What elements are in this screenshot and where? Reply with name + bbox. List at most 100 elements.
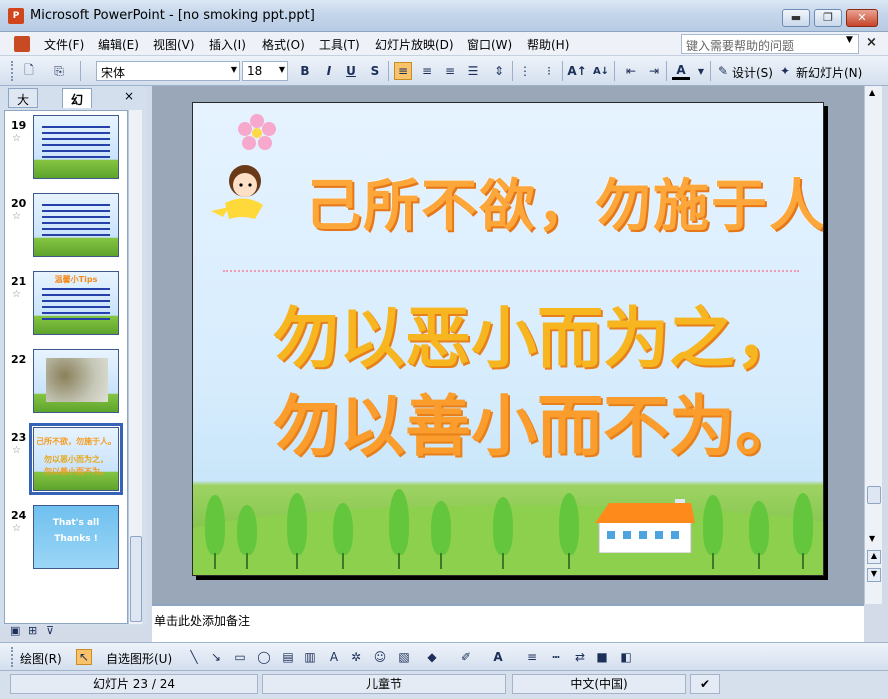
new-slide-icon[interactable]: ✦ xyxy=(776,62,794,80)
align-center-icon[interactable]: ≡ xyxy=(418,62,436,80)
slide-preview[interactable]: 温馨小Tips xyxy=(33,271,119,335)
thumb-line: 勿以善小而不为。 xyxy=(44,467,108,476)
select-cursor-icon[interactable]: ↖ xyxy=(76,649,92,665)
menu-file[interactable]: 文件(F) xyxy=(44,36,84,53)
current-slide[interactable]: 己所不欲，勿施于人。 勿以恶小而为之， 勿以善小而不为。 xyxy=(192,102,824,576)
next-slide-icon[interactable]: ▼ xyxy=(867,568,881,582)
minimize-button[interactable]: ▬ xyxy=(782,9,810,27)
menu-window[interactable]: 窗口(W) xyxy=(467,36,512,53)
font-size-select[interactable]: 18 ▼ xyxy=(242,61,288,81)
arrow-style-icon[interactable]: ⇄ xyxy=(572,649,588,665)
oval-icon[interactable]: ◯ xyxy=(256,649,272,665)
thumbnail-scrollbar[interactable] xyxy=(128,110,142,624)
arrow-icon[interactable]: ↘ xyxy=(208,649,224,665)
copy-icon[interactable]: ⎘ xyxy=(50,62,68,80)
menu-edit[interactable]: 编辑(E) xyxy=(98,36,139,53)
rectangle-icon[interactable]: ▭ xyxy=(232,649,248,665)
draw-menu-button[interactable]: 绘图(R) xyxy=(20,650,62,667)
close-window-button[interactable]: ✕ xyxy=(846,9,878,27)
slide-sorter-icon[interactable]: ⊞ xyxy=(28,624,37,637)
notes-placeholder[interactable]: 单击此处添加备注 xyxy=(154,612,250,629)
distribute-icon[interactable]: ☰ xyxy=(464,62,482,80)
menu-tools[interactable]: 工具(T) xyxy=(319,36,360,53)
shadow-style-icon[interactable]: ■ xyxy=(594,649,610,665)
scroll-up-icon[interactable]: ▲ xyxy=(869,88,875,97)
wordart-icon[interactable]: A xyxy=(326,649,342,665)
increase-font-icon[interactable]: A↑ xyxy=(567,62,586,80)
line-icon[interactable]: ╲ xyxy=(186,649,202,665)
close-document-icon[interactable]: × xyxy=(866,35,877,50)
decrease-indent-icon[interactable]: ⇤ xyxy=(622,62,640,80)
slide-preview[interactable]: That's all Thanks ! xyxy=(33,505,119,569)
font-color-dropdown-icon[interactable]: ▼ xyxy=(692,62,710,80)
help-dropdown-icon[interactable]: ▼ xyxy=(846,35,853,45)
align-left-icon[interactable]: ≡ xyxy=(394,62,412,80)
new-slide-button[interactable]: 新幻灯片(N) xyxy=(796,64,862,81)
powerpoint-app-icon[interactable]: P xyxy=(8,8,24,24)
slide-body-text[interactable]: 勿以恶小而为之， 勿以善小而不为。 xyxy=(273,295,801,471)
decrease-font-icon[interactable]: A↓ xyxy=(592,62,610,80)
clipart-icon[interactable]: ☺ xyxy=(372,649,388,665)
underline-button[interactable]: U xyxy=(342,62,360,80)
notes-pane[interactable]: 单击此处添加备注 xyxy=(152,604,864,642)
bullets-icon[interactable]: ⁝ xyxy=(540,62,558,80)
design-button[interactable]: 设计(S) xyxy=(732,64,773,81)
slide-preview-selected[interactable]: 己所不欲，勿施于人。 勿以恶小而为之， 勿以善小而不为。 xyxy=(29,423,123,495)
diagram-icon[interactable]: ✲ xyxy=(348,649,364,665)
slide-thumbnail-19[interactable]: 19 ☆ xyxy=(5,113,127,183)
slide-thumbnail-23[interactable]: 23 ☆ 己所不欲，勿施于人。 勿以恶小而为之， 勿以善小而不为。 xyxy=(5,423,127,495)
document-menu-icon[interactable] xyxy=(14,36,30,52)
italic-button[interactable]: I xyxy=(320,62,338,80)
help-search-input[interactable]: 键入需要帮助的问题 xyxy=(681,34,859,54)
3d-style-icon[interactable]: ◧ xyxy=(618,649,634,665)
tree-image xyxy=(703,495,723,569)
tree-image xyxy=(287,493,307,569)
line-spacing-icon[interactable]: ⇕ xyxy=(490,62,508,80)
scroll-down-icon[interactable]: ▼ xyxy=(869,534,875,543)
menu-slideshow[interactable]: 幻灯片放映(D) xyxy=(375,36,454,53)
line-style-icon[interactable]: ≡ xyxy=(524,649,540,665)
slide-thumbnail-24[interactable]: 24 ☆ That's all Thanks ! xyxy=(5,503,127,573)
toolbar-grip[interactable] xyxy=(11,647,14,667)
menu-insert[interactable]: 插入(I) xyxy=(209,36,246,53)
previous-slide-icon[interactable]: ▲ xyxy=(867,550,881,564)
slide-preview[interactable] xyxy=(33,115,119,179)
font-color-icon[interactable]: A xyxy=(672,62,690,80)
shadow-button[interactable]: S xyxy=(366,62,384,80)
scrollbar-thumb[interactable] xyxy=(130,536,142,622)
close-panel-icon[interactable]: × xyxy=(124,89,134,103)
toolbar-grip[interactable] xyxy=(11,61,14,81)
slide-thumbnail-21[interactable]: 21 ☆ 温馨小Tips xyxy=(5,269,127,339)
scrollbar-thumb[interactable] xyxy=(867,486,881,504)
menu-view[interactable]: 视图(V) xyxy=(153,36,195,53)
bold-button[interactable]: B xyxy=(296,62,314,80)
vertical-textbox-icon[interactable]: ▥ xyxy=(302,649,318,665)
design-icon[interactable]: ✎ xyxy=(714,62,732,80)
dash-style-icon[interactable]: ┅ xyxy=(548,649,564,665)
font-name-select[interactable]: 宋体 ▼ xyxy=(96,61,240,81)
slide-preview[interactable] xyxy=(33,193,119,257)
numbering-icon[interactable]: ⋮ xyxy=(516,62,534,80)
slide-preview[interactable] xyxy=(33,349,119,413)
new-document-icon[interactable]: 🗋 xyxy=(20,62,38,80)
tab-outline[interactable]: 大纲 xyxy=(8,88,39,124)
textbox-icon[interactable]: ▤ xyxy=(280,649,296,665)
maximize-button[interactable]: ❐ xyxy=(814,9,842,27)
increase-indent-icon[interactable]: ⇥ xyxy=(645,62,663,80)
autoshapes-button[interactable]: 自选图形(U) xyxy=(106,650,172,667)
slideshow-icon[interactable]: ⊽ xyxy=(46,624,54,637)
fill-color-icon[interactable]: ◆ xyxy=(424,649,440,665)
slide-title[interactable]: 己所不欲，勿施于人。 xyxy=(305,161,823,242)
spelling-check-icon[interactable]: ✔ xyxy=(690,674,720,694)
line-color-icon[interactable]: ✐ xyxy=(458,649,474,665)
menu-format[interactable]: 格式(O) xyxy=(262,36,305,53)
picture-icon[interactable]: ▧ xyxy=(396,649,412,665)
menu-help[interactable]: 帮助(H) xyxy=(527,36,569,53)
align-right-icon[interactable]: ≡ xyxy=(441,62,459,80)
slide-scrollbar[interactable]: ▲ ▼ ▲ ▼ xyxy=(864,86,882,604)
slide-thumbnail-20[interactable]: 20 ☆ xyxy=(5,191,127,261)
font-color-icon[interactable]: A xyxy=(490,649,506,665)
normal-view-icon[interactable]: ▣ xyxy=(10,624,20,637)
slide-thumbnail-22[interactable]: 22 xyxy=(5,347,127,417)
tab-slides[interactable]: 幻灯片 xyxy=(62,88,93,141)
